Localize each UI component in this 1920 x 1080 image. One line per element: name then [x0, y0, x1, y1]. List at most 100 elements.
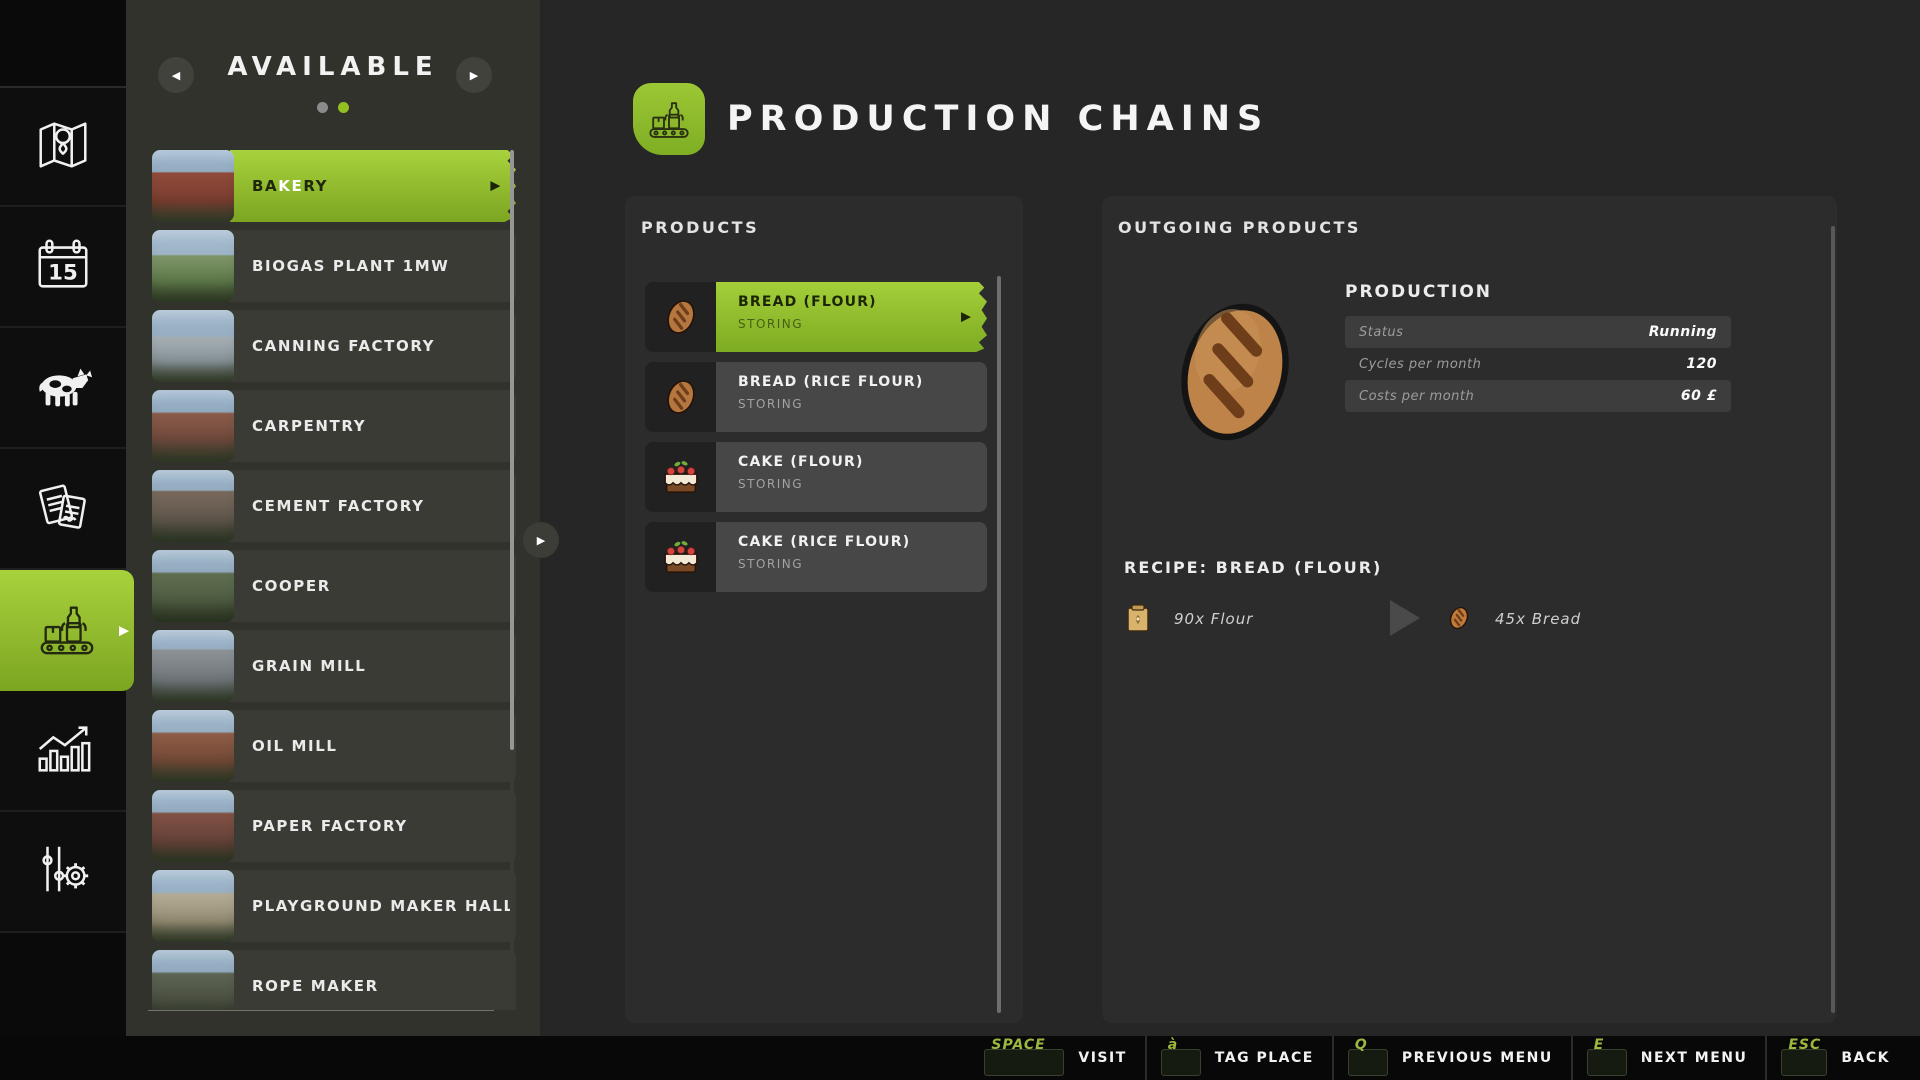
row-label: Status [1359, 324, 1404, 340]
scrollbar-thumb[interactable] [510, 150, 514, 750]
keybind-action: BACK [1841, 1050, 1890, 1066]
scrollbar-thumb[interactable] [997, 276, 1001, 1013]
keybind-tag-place: à TAG PLACE [1160, 1036, 1332, 1080]
product-list: BREAD (FLOUR) STORING ▶ BREAD (RICE FLOU… [645, 282, 987, 602]
recipe-output: 45x Bread [1495, 610, 1582, 628]
building-name: GRAIN MILL [230, 630, 516, 702]
building-list-item-biogas[interactable]: BIOGAS PLANT 1MW [152, 230, 516, 302]
building-list-item-cement[interactable]: CEMENT FACTORY [152, 470, 516, 542]
key-esc: ESC [1781, 1037, 1828, 1076]
arrow-right-icon [1390, 600, 1420, 636]
available-header: ◀ AVAILABLE ▶ [126, 0, 540, 113]
recipe-input: 90x Flour [1174, 610, 1254, 628]
main-content: PRODUCTION CHAINS PRODUCTS BREAD (FLOUR)… [540, 0, 1920, 1036]
sidebar-item-contracts[interactable] [0, 449, 126, 570]
divider [1331, 1036, 1334, 1080]
product-status: STORING [738, 557, 804, 571]
building-name-text: PAPER FACTORY [252, 817, 408, 835]
name-part-match: KE [278, 177, 304, 195]
product-label: BREAD (RICE FLOUR) STORING [716, 362, 987, 432]
building-thumbnail [152, 310, 234, 382]
statistics-icon [32, 718, 94, 784]
product-status: STORING [738, 397, 804, 411]
outgoing-scrollbar[interactable] [1831, 226, 1835, 1013]
building-name: COOPER [230, 550, 516, 622]
divider [1765, 1036, 1768, 1080]
collapse-panel-button[interactable]: ▶ [523, 522, 559, 558]
key-a-grave: à [1160, 1037, 1201, 1076]
product-name: CAKE (FLOUR) [738, 454, 864, 470]
sidebar-item-calendar[interactable]: 15 [0, 207, 126, 328]
building-list-item-canning[interactable]: CANNING FACTORY [152, 310, 516, 382]
divider [1570, 1036, 1573, 1080]
building-thumbnail [152, 870, 234, 942]
table-row-costs: Costs per month 60 £ [1345, 380, 1731, 412]
building-name: PLAYGROUND MAKER HALL [230, 870, 516, 942]
product-item-cake-flour[interactable]: CAKE (FLOUR) STORING [645, 442, 987, 512]
building-list-item-oil-mill[interactable]: OIL MILL [152, 710, 516, 782]
sidebar-item-statistics[interactable] [0, 691, 126, 812]
next-page-button[interactable]: ▶ [456, 57, 492, 93]
chevron-right-icon: ▶ [961, 309, 971, 325]
scrollbar-thumb[interactable] [1831, 226, 1835, 1013]
building-thumbnail [152, 470, 234, 542]
production-chains-icon [633, 83, 705, 155]
cake-icon [645, 522, 716, 592]
building-list-item-paper-factory[interactable]: PAPER FACTORY [152, 790, 516, 862]
building-name: BIOGAS PLANT 1MW [230, 230, 516, 302]
sidebar-item-animals[interactable] [0, 328, 126, 449]
product-item-bread-rice-flour[interactable]: BREAD (RICE FLOUR) STORING [645, 362, 987, 432]
table-row-cycles: Cycles per month 120 [1345, 348, 1731, 380]
building-list-item-playground-maker[interactable]: PLAYGROUND MAKER HALL [152, 870, 516, 942]
building-list-item-carpentry[interactable]: CARPENTRY [152, 390, 516, 462]
building-list-item-rope-maker[interactable]: ROPE MAKER [152, 950, 516, 1010]
sidebar-item-map[interactable] [0, 86, 126, 207]
building-list-item-grain-mill[interactable]: GRAIN MILL [152, 630, 516, 702]
svg-text:15: 15 [48, 260, 78, 285]
building-name-text: CANNING FACTORY [252, 337, 436, 355]
building-list-item-bakery[interactable]: BA KE RY ▶ [152, 150, 516, 222]
bread-icon [645, 362, 716, 432]
keybind-previous-menu: Q PREVIOUS MENU [1347, 1036, 1571, 1080]
page-header: PRODUCTION CHAINS [633, 83, 1269, 155]
key-label: E [1593, 1037, 1605, 1053]
building-thumbnail [152, 950, 234, 1010]
building-list: BA KE RY ▶ BIOGAS PLANT 1MW CANNING FACTOR… [152, 150, 516, 1010]
building-name: BA KE RY ▶ [230, 150, 516, 222]
product-item-bread-flour[interactable]: BREAD (FLOUR) STORING ▶ [645, 282, 987, 352]
settings-sliders-icon [32, 839, 94, 905]
available-panel: ◀ AVAILABLE ▶ BA KE RY ▶ BIOGAS PLANT 1MW [126, 0, 540, 1036]
name-part: RY [303, 177, 329, 195]
building-name: CEMENT FACTORY [230, 470, 516, 542]
key-space: SPACE [984, 1037, 1065, 1076]
page-title: PRODUCTION CHAINS [727, 99, 1270, 139]
product-item-cake-rice-flour[interactable]: CAKE (RICE FLOUR) STORING [645, 522, 987, 592]
building-thumbnail [152, 630, 234, 702]
sidebar-item-production-chains[interactable]: ▶ [0, 570, 134, 691]
building-thumbnail [152, 390, 234, 462]
key-label: Q [1354, 1037, 1368, 1053]
products-scrollbar[interactable] [997, 276, 1001, 1013]
outgoing-title: OUTGOING PRODUCTS [1118, 218, 1361, 237]
building-name-text: OIL MILL [252, 737, 338, 755]
row-value: 120 [1686, 356, 1717, 372]
building-thumbnail [152, 790, 234, 862]
table-row-status: Status Running [1345, 316, 1731, 348]
building-name: PAPER FACTORY [230, 790, 516, 862]
building-list-item-cooper[interactable]: COOPER [152, 550, 516, 622]
row-value: Running [1648, 324, 1717, 340]
keybind-visit: SPACE VISIT [984, 1036, 1144, 1080]
map-icon [32, 114, 94, 180]
key-label: à [1167, 1037, 1179, 1053]
building-name: CANNING FACTORY [230, 310, 516, 382]
building-name-text: PLAYGROUND MAKER HALL [252, 897, 515, 915]
building-list-scrollbar[interactable] [510, 150, 514, 1010]
product-name: BREAD (FLOUR) [738, 294, 877, 310]
row-label: Cycles per month [1359, 356, 1482, 372]
production-section-title: PRODUCTION [1345, 282, 1492, 302]
building-name-text: CARPENTRY [252, 417, 367, 435]
page-dot-2 [338, 102, 349, 113]
outgoing-products-panel: OUTGOING PRODUCTS PRODUCTION Status Runn… [1102, 196, 1837, 1023]
sidebar-item-settings[interactable] [0, 812, 126, 933]
cake-icon [645, 442, 716, 512]
